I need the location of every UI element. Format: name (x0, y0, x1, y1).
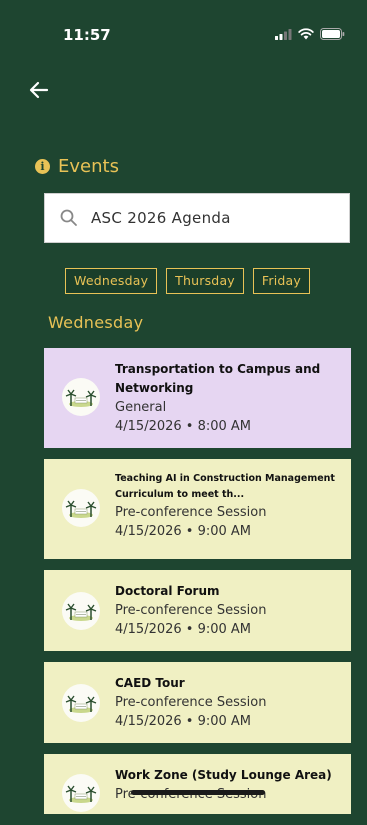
tab-friday[interactable]: Friday (252, 268, 310, 294)
event-category: General (115, 400, 167, 415)
event-card[interactable]: CAED Tour Pre-conference Session 4/15/20… (44, 662, 351, 743)
battery-icon (320, 28, 345, 40)
conference-logo (62, 489, 100, 527)
event-category: Pre-conference Session (115, 695, 267, 710)
day-tabs: Wednesday Thursday Friday (65, 268, 310, 294)
event-category: Pre-conference Session (115, 603, 267, 618)
event-title: Work Zone (Study Lounge Area) (115, 768, 332, 782)
event-list: Transportation to Campus and Networking … (44, 348, 351, 825)
event-title: Doctoral Forum (115, 584, 220, 598)
event-datetime: 4/15/2026 • 8:00 AM (115, 419, 252, 434)
cellular-signal-icon (275, 28, 292, 40)
wifi-icon (298, 28, 314, 40)
event-card[interactable]: Transportation to Campus and Networking … (44, 348, 351, 448)
event-card[interactable]: Work Zone (Study Lounge Area) Pre-confer… (44, 754, 351, 814)
status-bar: 11:57 (0, 0, 367, 50)
search-input[interactable] (89, 208, 313, 228)
search-box[interactable] (44, 193, 350, 243)
event-datetime: 4/15/2026 • 9:00 AM (115, 524, 252, 539)
event-card[interactable]: Doctoral Forum Pre-conference Session 4/… (44, 570, 351, 651)
tab-thursday[interactable]: Thursday (166, 268, 244, 294)
status-time: 11:57 (63, 26, 111, 44)
info-icon: i (35, 159, 50, 174)
conference-logo (62, 684, 100, 722)
conference-logo (62, 774, 100, 812)
event-card[interactable]: Teaching AI in Construction Management C… (44, 459, 351, 559)
home-indicator[interactable] (131, 790, 265, 795)
page-title-label: Events (58, 156, 119, 177)
event-title: CAED Tour (115, 676, 185, 690)
event-datetime: 4/15/2026 • 9:00 AM (115, 714, 252, 729)
back-arrow-icon[interactable] (28, 80, 50, 100)
section-heading: Wednesday (48, 313, 144, 332)
event-datetime: 4/15/2026 • 9:00 AM (115, 622, 252, 637)
conference-logo (62, 378, 100, 416)
page-title: i Events (35, 156, 119, 177)
status-icons (275, 28, 345, 40)
tab-wednesday[interactable]: Wednesday (65, 268, 158, 294)
event-title: Teaching AI in Construction Management C… (115, 473, 335, 500)
event-category: Pre-conference Session (115, 505, 267, 520)
search-icon (60, 209, 77, 226)
conference-logo (62, 592, 100, 630)
event-title: Transportation to Campus and Networking (115, 362, 321, 395)
